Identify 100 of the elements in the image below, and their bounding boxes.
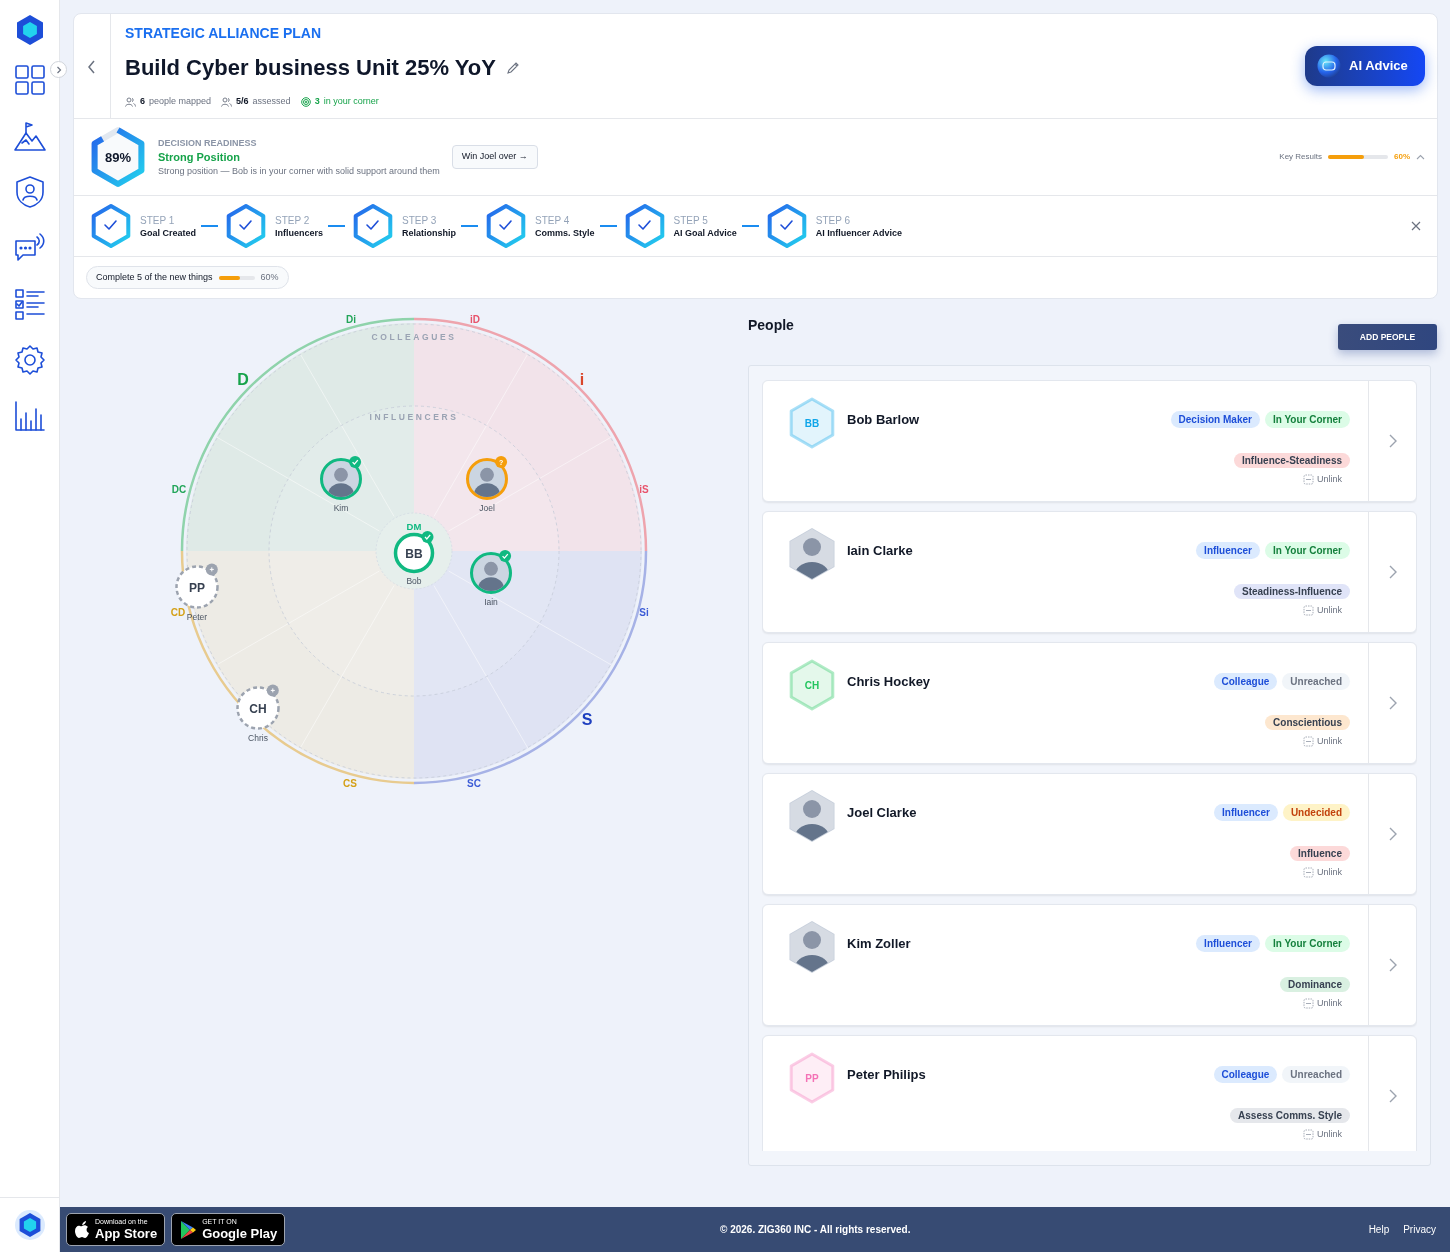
logo-icon[interactable] [13, 1208, 46, 1242]
style-tag: Dominance [1280, 977, 1350, 992]
stat-label: people mapped [149, 95, 212, 108]
person-card[interactable]: BB Bob Barlow Decision Maker In Your Corner Influence-Steadiness Unlink [762, 380, 1417, 502]
step-number: STEP 4 [535, 213, 571, 227]
unlink-icon [1303, 474, 1314, 486]
role-tag: Influencer [1196, 542, 1260, 559]
unlink-icon [1303, 867, 1314, 879]
plan-title: Build Cyber business Unit 25% YoY [125, 54, 496, 82]
status-tag: Unreached [1282, 1066, 1350, 1083]
key-results-label: Key Results [1279, 151, 1322, 163]
initials-avatar[interactable]: PP [175, 565, 219, 609]
step-label: Influencers [275, 226, 324, 239]
people-title: People [748, 316, 794, 335]
stat-value: 5/6 [236, 95, 249, 108]
check-badge-icon [421, 530, 434, 543]
person-card[interactable]: Kim Zoller Influencer In Your Corner Dominance Unlink [762, 904, 1417, 1026]
grid-icon[interactable] [12, 63, 47, 97]
person-name: Joel Clarke [847, 804, 917, 822]
step-number: STEP 1 [140, 213, 176, 227]
step-label: Relationship [402, 226, 457, 239]
add-people-button[interactable]: ADD PEOPLE [1338, 324, 1437, 350]
style-tag: Assess Comms. Style [1230, 1108, 1350, 1123]
progress-label: Complete 5 of the new things [96, 270, 213, 284]
chevron-right-icon[interactable] [1387, 695, 1398, 711]
style-label: iS [639, 484, 649, 495]
role-tag: Colleague [1213, 1066, 1278, 1083]
person-name: Kim Zoller [847, 935, 911, 953]
plus-badge-icon [205, 563, 218, 576]
style-label: S [581, 711, 593, 728]
unlink-icon [1303, 998, 1314, 1010]
role-tag: Decision Maker [1170, 411, 1260, 428]
unlink-button[interactable]: Unlink [1303, 473, 1342, 487]
chevron-right-icon[interactable] [1387, 1088, 1398, 1104]
progress-reading: 60% [260, 270, 279, 284]
person-name: Bob [406, 576, 422, 586]
ring-label: COLLEAGUES [371, 332, 457, 342]
status-tag: In Your Corner [1264, 542, 1350, 559]
role-tag: Influencer [1196, 935, 1260, 952]
play-store-icon [179, 1219, 198, 1240]
person-card[interactable]: CH Chris Hockey Colleague Unreached Conscientious Unlink [762, 642, 1417, 764]
collapse-button[interactable] [50, 61, 67, 78]
style-label: Si [639, 607, 649, 618]
person-card[interactable]: PP Peter Philips Colleague Unreached Assess Comms. Style Unlink [762, 1035, 1417, 1151]
person-card[interactable]: Iain Clarke Influencer In Your Corner Steadiness-Influence Unlink [762, 511, 1417, 633]
person-name: Chris [248, 733, 268, 743]
checklist-icon[interactable] [12, 287, 47, 321]
footer-link[interactable]: Help [1368, 1222, 1390, 1237]
person-name: Peter [186, 612, 208, 622]
settings-icon[interactable] [12, 343, 47, 377]
people-icon [221, 96, 233, 107]
copyright-text: © 2026. ZIG360 INC - All rights reserved. [720, 1223, 911, 1237]
chevron-right-icon[interactable] [1387, 826, 1398, 842]
stat-label: assessed [252, 95, 291, 108]
person-name: Peter Philips [847, 1066, 926, 1084]
step-label: AI Goal Advice [673, 226, 737, 239]
bar-chart-icon[interactable] [12, 399, 47, 433]
step-number: STEP 5 [673, 213, 709, 227]
person-card[interactable]: Joel Clarke Influencer Undecided Influence Unlink [762, 773, 1417, 895]
readiness-description: Strong position — Bob is in your corner with solid support around them [158, 164, 440, 178]
status-tag: Undecided [1282, 804, 1350, 821]
person-name: Iain Clarke [847, 542, 913, 560]
role-tag: Influencer [1214, 804, 1278, 821]
style-label: CS [343, 778, 357, 789]
stat-label: in your corner [323, 95, 379, 108]
style-tag: Steadiness-Influence [1233, 584, 1350, 599]
unlink-button[interactable]: Unlink [1303, 1128, 1342, 1142]
plus-badge-icon [266, 684, 279, 697]
chevron-right-icon[interactable] [1387, 957, 1398, 973]
person-name: Bob Barlow [847, 411, 920, 429]
role-tag: DM [406, 521, 422, 532]
mountain-icon[interactable] [12, 119, 47, 153]
caret-up-icon[interactable] [1416, 154, 1425, 160]
unlink-icon [1303, 605, 1314, 617]
chevron-right-icon[interactable] [1387, 564, 1398, 580]
footer-link[interactable]: Privacy [1403, 1222, 1436, 1237]
check-badge-icon [349, 456, 362, 469]
unlink-button[interactable]: Unlink [1303, 866, 1342, 880]
unlink-button[interactable]: Unlink [1303, 997, 1342, 1011]
win-joel-button[interactable]: Win Joel over → [451, 145, 538, 169]
step-number: STEP 6 [815, 213, 852, 227]
edit-icon[interactable] [505, 61, 520, 75]
initials-avatar[interactable]: CH [236, 686, 280, 730]
style-tag: Conscientious [1265, 715, 1350, 730]
status-tag: Unreached [1282, 673, 1350, 690]
apple-icon [74, 1220, 90, 1239]
step-label: AI Influencer Advice [815, 226, 902, 239]
ai-advice-button[interactable]: AI Advice [1305, 46, 1425, 86]
initials-avatar[interactable]: BB [393, 532, 435, 574]
readiness-heading: DECISION READINESS [158, 136, 258, 150]
person-name: Kim [333, 503, 349, 513]
chevron-right-icon[interactable] [1387, 433, 1398, 449]
close-icon[interactable] [1411, 221, 1421, 231]
step-number: STEP 2 [275, 213, 311, 227]
style-label: D [237, 371, 249, 388]
unlink-button[interactable]: Unlink [1303, 604, 1342, 618]
step-number: STEP 3 [402, 213, 438, 227]
unlink-button[interactable]: Unlink [1303, 735, 1342, 749]
plan-eyebrow: STRATEGIC ALLIANCE PLAN [125, 24, 322, 42]
style-label: i [579, 371, 585, 388]
